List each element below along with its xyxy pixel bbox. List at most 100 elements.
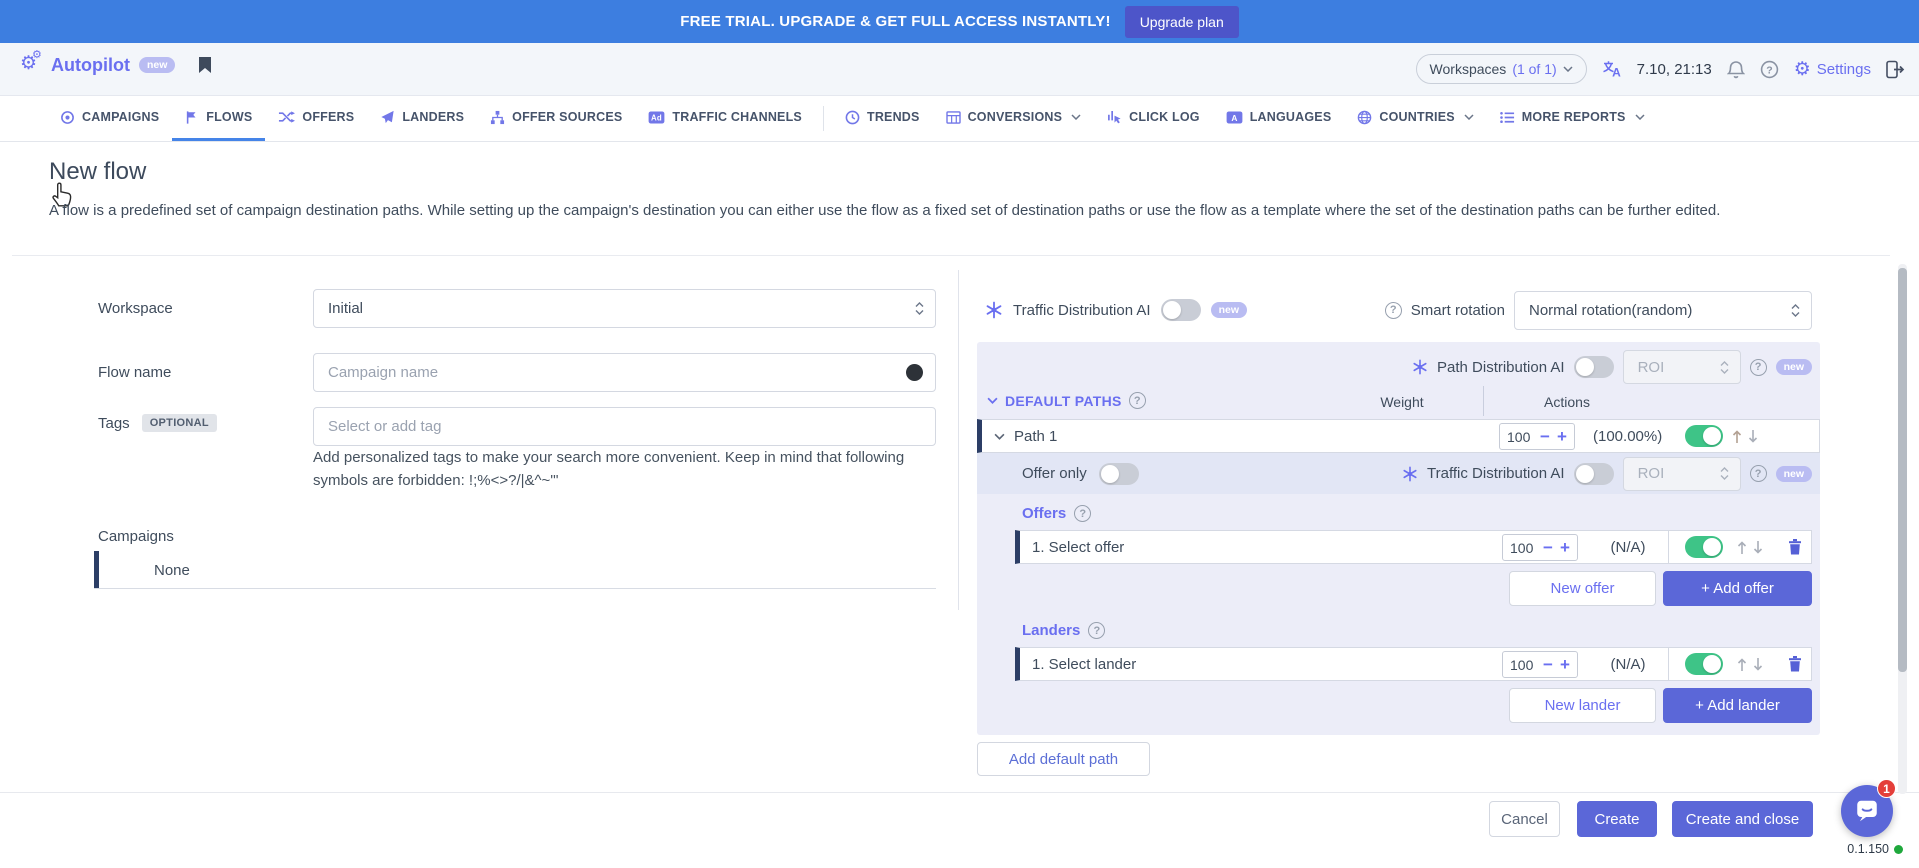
add-offer-button[interactable]: + Add offer bbox=[1663, 571, 1812, 606]
landers-title: Landers bbox=[1022, 622, 1080, 639]
nav-separator bbox=[823, 106, 824, 131]
brand-name: Autopilot bbox=[51, 55, 130, 76]
path-traffic-ai-metric-select[interactable]: ROI bbox=[1623, 457, 1741, 491]
workspace-select[interactable]: Initial bbox=[313, 289, 936, 328]
cancel-button[interactable]: Cancel bbox=[1489, 801, 1560, 837]
add-lander-button[interactable]: + Add lander bbox=[1663, 688, 1812, 723]
workspace-label: Workspace bbox=[98, 300, 173, 317]
path-ai-metric-select[interactable]: ROI bbox=[1623, 350, 1741, 384]
nav-click-log[interactable]: CLICK LOG bbox=[1094, 96, 1213, 141]
create-and-close-button[interactable]: Create and close bbox=[1672, 801, 1813, 837]
offer-weight-stepper[interactable]: 100 − + bbox=[1502, 534, 1578, 561]
nav-offer-sources[interactable]: OFFER SOURCES bbox=[477, 96, 635, 141]
page-description: A flow is a predefined set of campaign d… bbox=[49, 198, 1849, 223]
chevron-down-icon bbox=[1635, 114, 1645, 120]
translate-icon[interactable]: A bbox=[1602, 60, 1622, 78]
nav-conversions[interactable]: CONVERSIONS bbox=[933, 96, 1095, 141]
offer-row[interactable]: 1. Select offer 100 − + (N/A) bbox=[1015, 530, 1812, 564]
traffic-ai-toggle[interactable] bbox=[1161, 299, 1201, 321]
path-traffic-ai-help-icon[interactable]: ? bbox=[1750, 465, 1767, 482]
weight-decrease-button[interactable]: − bbox=[1543, 656, 1553, 673]
smart-rotation-help-icon[interactable]: ? bbox=[1385, 302, 1402, 319]
lander-weight-stepper[interactable]: 100 − + bbox=[1502, 651, 1578, 678]
lander-enabled-toggle[interactable] bbox=[1685, 653, 1723, 675]
nav-offers[interactable]: OFFERS bbox=[265, 96, 367, 141]
nav-flows[interactable]: FLOWS bbox=[172, 96, 265, 141]
offers-help-icon[interactable]: ? bbox=[1074, 505, 1091, 522]
default-paths-help-icon[interactable]: ? bbox=[1129, 392, 1146, 409]
move-down-icon[interactable] bbox=[1753, 657, 1763, 672]
weight-column-header: Weight bbox=[1372, 394, 1432, 410]
nav-countries[interactable]: COUNTRIES bbox=[1344, 96, 1486, 141]
nav-more-reports[interactable]: MORE REPORTS bbox=[1487, 96, 1658, 141]
smart-rotation-select[interactable]: Normal rotation(random) bbox=[1514, 291, 1812, 330]
settings-button[interactable]: ⚙ Settings bbox=[1794, 60, 1871, 79]
bell-icon[interactable] bbox=[1727, 60, 1745, 79]
offers-section-header: Offers ? bbox=[1022, 505, 1091, 522]
nav-trends[interactable]: TRENDS bbox=[832, 96, 933, 141]
move-down-icon[interactable] bbox=[1748, 429, 1758, 444]
help-icon[interactable]: ? bbox=[1760, 60, 1779, 79]
click-chart-icon bbox=[1107, 110, 1122, 125]
path-ai-toggle[interactable] bbox=[1574, 356, 1614, 378]
add-default-path-button[interactable]: Add default path bbox=[977, 742, 1150, 776]
weight-decrease-button[interactable]: − bbox=[1540, 428, 1550, 445]
weight-decrease-button[interactable]: − bbox=[1543, 539, 1553, 556]
trial-banner: FREE TRIAL. UPGRADE & GET FULL ACCESS IN… bbox=[0, 0, 1919, 43]
new-offer-button[interactable]: New offer bbox=[1509, 571, 1656, 606]
campaigns-label: Campaigns bbox=[98, 528, 174, 545]
new-lander-button[interactable]: New lander bbox=[1509, 688, 1656, 723]
delete-icon[interactable] bbox=[1788, 539, 1802, 555]
offer-weight-value[interactable]: 100 bbox=[1510, 540, 1536, 556]
logout-icon[interactable] bbox=[1886, 60, 1905, 79]
move-up-icon[interactable] bbox=[1732, 429, 1742, 444]
create-button[interactable]: Create bbox=[1577, 801, 1657, 837]
settings-label: Settings bbox=[1817, 61, 1871, 78]
path-traffic-ai-toggle[interactable] bbox=[1574, 463, 1614, 485]
upgrade-plan-button[interactable]: Upgrade plan bbox=[1125, 6, 1239, 38]
nav-languages[interactable]: A LANGUAGES bbox=[1213, 96, 1345, 141]
nav-campaigns[interactable]: CAMPAIGNS bbox=[47, 96, 172, 141]
path-row[interactable]: Path 1 100 − + (100.00%) bbox=[977, 419, 1820, 453]
actions-column-header: Actions bbox=[1517, 394, 1617, 410]
path-ai-help-icon[interactable]: ? bbox=[1750, 359, 1767, 376]
workspaces-dropdown[interactable]: Workspaces (1 of 1) bbox=[1416, 54, 1587, 84]
select-chevrons-icon bbox=[1719, 466, 1730, 481]
campaigns-row-bar bbox=[94, 551, 99, 588]
weight-increase-button[interactable]: + bbox=[1560, 656, 1570, 673]
section-divider bbox=[12, 255, 1890, 256]
nav-traffic-channels[interactable]: Ad TRAFFIC CHANNELS bbox=[635, 96, 815, 141]
brand-gears-icon: ⚙ ⚙ bbox=[20, 54, 42, 76]
scrollbar-thumb[interactable] bbox=[1898, 268, 1907, 672]
bookmark-icon[interactable] bbox=[198, 56, 212, 74]
app-header: ⚙ ⚙ Autopilot new Workspaces (1 of 1) A … bbox=[0, 43, 1919, 96]
move-up-icon[interactable] bbox=[1737, 657, 1747, 672]
landers-help-icon[interactable]: ? bbox=[1088, 622, 1105, 639]
path-weight-value[interactable]: 100 bbox=[1507, 429, 1533, 445]
default-paths-header[interactable]: DEFAULT PATHS ? bbox=[987, 392, 1146, 409]
move-up-icon[interactable] bbox=[1737, 540, 1747, 555]
brand[interactable]: ⚙ ⚙ Autopilot new bbox=[20, 54, 212, 76]
lander-weight-value[interactable]: 100 bbox=[1510, 657, 1536, 673]
color-dot-icon[interactable] bbox=[906, 364, 923, 381]
select-chevrons-icon bbox=[914, 301, 925, 316]
offer-enabled-toggle[interactable] bbox=[1685, 536, 1723, 558]
nav-landers[interactable]: LANDERS bbox=[367, 96, 477, 141]
chat-unread-badge: 1 bbox=[1877, 779, 1896, 798]
chevron-down-icon bbox=[987, 397, 998, 404]
offer-only-toggle[interactable] bbox=[1099, 463, 1139, 485]
ai-icon bbox=[985, 301, 1003, 319]
campaigns-row-divider bbox=[94, 588, 936, 589]
weight-increase-button[interactable]: + bbox=[1557, 428, 1567, 445]
brand-new-badge: new bbox=[139, 57, 175, 73]
path-enabled-toggle[interactable] bbox=[1685, 425, 1723, 447]
tags-input[interactable] bbox=[313, 407, 936, 446]
offer-row-label[interactable]: 1. Select offer bbox=[1032, 539, 1124, 556]
path-weight-stepper[interactable]: 100 − + bbox=[1499, 423, 1575, 450]
weight-increase-button[interactable]: + bbox=[1560, 539, 1570, 556]
lander-row[interactable]: 1. Select lander 100 − + (N/A) bbox=[1015, 647, 1812, 681]
flow-name-input[interactable] bbox=[313, 353, 936, 392]
lander-row-label[interactable]: 1. Select lander bbox=[1032, 656, 1136, 673]
move-down-icon[interactable] bbox=[1753, 540, 1763, 555]
delete-icon[interactable] bbox=[1788, 656, 1802, 672]
